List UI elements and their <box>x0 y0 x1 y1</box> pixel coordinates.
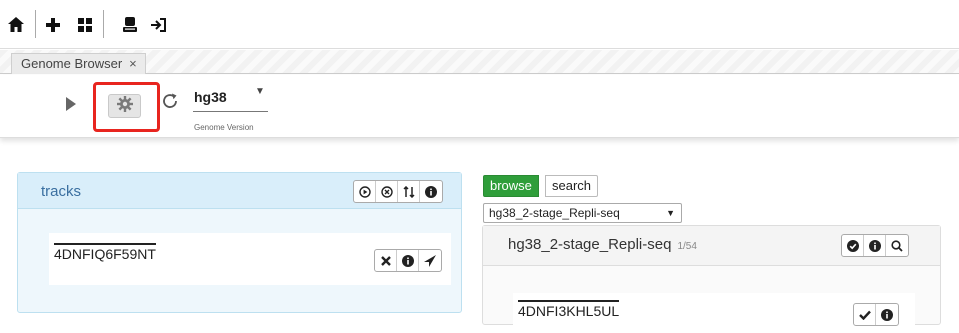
cancel-circle-icon[interactable] <box>376 181 398 202</box>
dataset-item-name: 4DNFI3KHL5UL <box>518 300 620 319</box>
close-icon[interactable]: × <box>129 54 137 74</box>
genome-version-select[interactable]: hg38 ▼ <box>193 84 268 112</box>
chevron-down-icon: ▼ <box>666 208 675 218</box>
tab-genome-browser[interactable]: Genome Browser × <box>11 53 146 74</box>
dataset-item-buttons <box>853 303 899 326</box>
dataset-header-buttons <box>841 234 909 257</box>
login-icon[interactable] <box>150 0 168 49</box>
grid-icon[interactable] <box>76 0 94 49</box>
genome-version-label: Genome Version <box>194 123 254 132</box>
tab-strip: Genome Browser × <box>0 50 959 74</box>
sort-icon[interactable] <box>398 181 420 202</box>
track-item-buttons <box>374 249 442 272</box>
tab-search[interactable]: search <box>545 175 599 197</box>
play-icon[interactable] <box>66 97 76 111</box>
play-circle-icon[interactable] <box>354 181 376 202</box>
toolbar-divider <box>35 10 36 38</box>
control-bar: hg38 ▼ Genome Version <box>0 75 959 138</box>
dataset-select-value: hg38_2-stage_Repli-seq <box>489 206 620 220</box>
chevron-down-icon: ▼ <box>255 86 265 97</box>
tab-browse[interactable]: browse <box>483 175 539 197</box>
dataset-item[interactable]: 4DNFI3KHL5UL <box>513 293 915 333</box>
tracks-panel: tracks 4DNFIQ6F59NT <box>17 172 462 313</box>
check-circle-icon[interactable] <box>842 235 864 256</box>
refresh-icon[interactable] <box>161 92 179 114</box>
toolbar-divider <box>103 10 104 38</box>
dataset-header: hg38_2-stage_Repli-seq 1/54 <box>483 226 940 266</box>
info-icon[interactable] <box>397 250 419 271</box>
info-icon[interactable] <box>420 181 442 202</box>
track-name: 4DNFIQ6F59NT <box>54 243 156 262</box>
tracks-title: tracks <box>41 183 82 200</box>
tracks-header: tracks <box>18 173 461 209</box>
settings-button[interactable] <box>108 94 141 118</box>
tracks-header-buttons <box>353 180 443 203</box>
dataset-title: hg38_2-stage_Repli-seq 1/54 <box>508 236 697 253</box>
dataset-count: 1/54 <box>677 241 697 252</box>
plus-icon[interactable] <box>44 0 62 49</box>
search-icon[interactable] <box>886 235 908 256</box>
dataset-panel: hg38_2-stage_Repli-seq 1/54 4DNFI3KHL5UL <box>482 225 941 333</box>
genome-value: hg38 <box>194 89 227 105</box>
info-icon[interactable] <box>864 235 886 256</box>
dataset-title-text: hg38_2-stage_Repli-seq <box>508 236 672 253</box>
check-icon[interactable] <box>854 304 876 325</box>
home-icon[interactable] <box>6 0 26 49</box>
top-toolbar <box>0 0 959 49</box>
info-icon[interactable] <box>876 304 898 325</box>
gear-icon <box>116 95 133 117</box>
tab-label: Genome Browser <box>21 56 123 71</box>
send-icon[interactable] <box>419 250 441 271</box>
remove-icon[interactable] <box>375 250 397 271</box>
user-icon[interactable] <box>121 0 139 49</box>
dataset-select[interactable]: hg38_2-stage_Repli-seq ▼ <box>483 203 682 223</box>
track-item[interactable]: 4DNFIQ6F59NT <box>49 233 451 285</box>
